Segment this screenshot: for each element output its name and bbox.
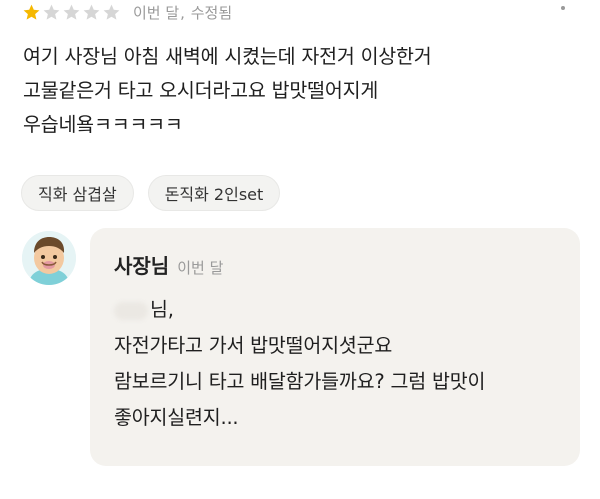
meta-separator: , <box>180 3 185 22</box>
star-empty-icon <box>83 4 100 20</box>
star-filled-icon <box>23 4 40 20</box>
star-empty-icon <box>103 4 120 20</box>
review-text-line: 여기 사장님 아침 새벽에 시켰는데 자전거 이상한거 <box>23 45 432 68</box>
reply-text: 님, 자전가타고 가서 밥맛떨어지셧군요 람보르기니 타고 배달함가들까요? 그… <box>114 292 485 436</box>
edited-label: 수정됨 <box>190 3 233 22</box>
owner-reply: 사장님 이번 달 님, 자전가타고 가서 밥맛떨어지셧군요 람보르기니 타고 배… <box>90 228 580 466</box>
menu-tag[interactable]: 직화 삼겹살 <box>21 175 134 211</box>
owner-avatar-icon <box>22 231 76 285</box>
review-date: 이번 달 <box>133 3 180 22</box>
menu-tag[interactable]: 돈직화 2인set <box>147 175 281 211</box>
blurred-customer-name <box>114 301 148 320</box>
star-empty-icon <box>63 4 80 20</box>
owner-avatar-icon-graphic <box>22 231 76 285</box>
more-options-button[interactable] <box>548 0 578 16</box>
review-text-line: 고물같은거 타고 오시더라고요 밥맛떨어지게 <box>23 79 379 102</box>
reply-date: 이번 달 <box>177 259 224 277</box>
reply-text-line: 람보르기니 타고 배달함가들까요? 그럼 밥맛이 <box>114 370 486 393</box>
more-dots-icon <box>561 6 565 10</box>
reply-greeting-line: 님, <box>114 292 485 328</box>
review-meta: 이번 달, 수정됨 <box>133 2 232 23</box>
menu-tags: 직화 삼겹살 돈직화 2인set <box>21 175 281 211</box>
review-text: 여기 사장님 아침 새벽에 시켰는데 자전거 이상한거 고물같은거 타고 오시더… <box>23 40 568 142</box>
reply-text-line: 자전가타고 가서 밥맛떨어지셧군요 <box>114 334 393 357</box>
owner-name: 사장님 <box>114 254 170 278</box>
reply-text-line: 좋아지실련지... <box>114 406 239 429</box>
reply-greeting: 님, <box>150 298 174 321</box>
review-text-line: 우습네욬ㅋㅋㅋㅋㅋ <box>23 113 183 136</box>
reply-header: 사장님 이번 달 <box>114 250 223 279</box>
review-card: 이번 달, 수정됨 여기 사장님 아침 새벽에 시켰는데 자전거 이상한거 고물… <box>0 0 600 499</box>
rating-row: 이번 달, 수정됨 <box>22 0 232 24</box>
star-empty-icon <box>43 4 60 20</box>
star-rating <box>22 3 121 22</box>
